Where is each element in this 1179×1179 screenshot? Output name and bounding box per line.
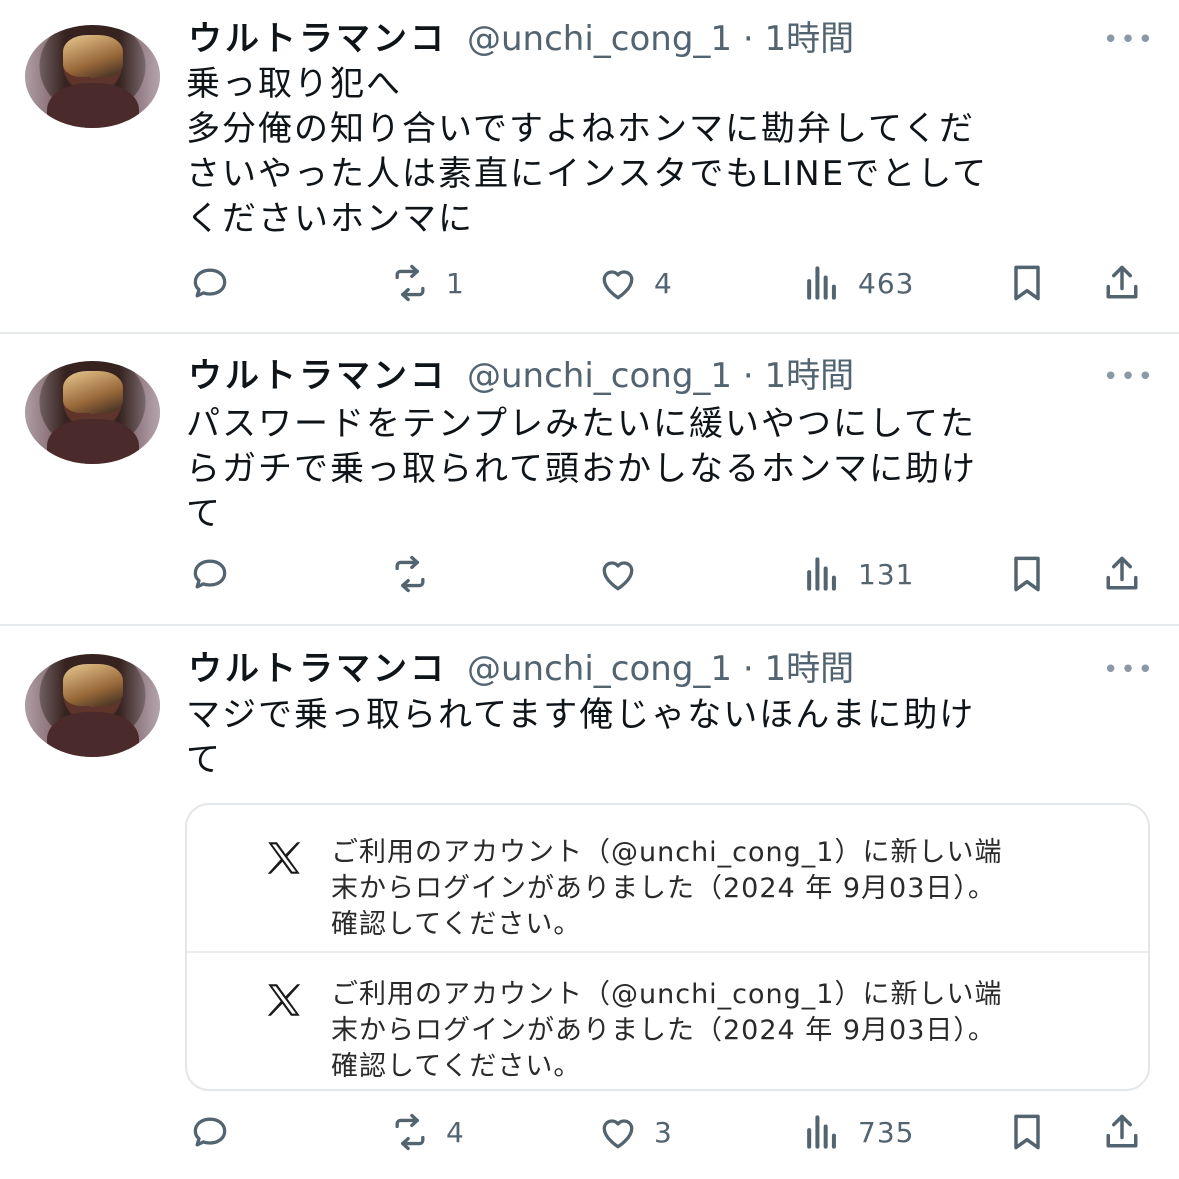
tweet-text-line: らガチで乗っ取られて頭おかしなるホンマに助け bbox=[186, 449, 977, 489]
notice-line: 末からログインがありました（2024 年 9月03日）。 bbox=[331, 873, 996, 904]
views-button[interactable]: 131 bbox=[800, 552, 914, 596]
reply-button[interactable] bbox=[188, 552, 232, 596]
views-icon bbox=[807, 266, 836, 300]
handle-and-time[interactable]: @unchi_cong_1 · 1時間 bbox=[467, 356, 854, 396]
views-button[interactable]: 463 bbox=[800, 261, 914, 305]
action-bar: 4 3 735 bbox=[0, 1110, 1179, 1154]
repost-icon bbox=[395, 1113, 425, 1151]
display-name[interactable]: ウルトラマンコ bbox=[188, 19, 447, 59]
like-button[interactable]: 4 bbox=[596, 261, 673, 305]
like-button[interactable] bbox=[596, 552, 654, 596]
tweet-text: 乗っ取り犯へ 多分俺の知り合いですよねホンマに勘弁してくだ さいやった人は素直に… bbox=[186, 62, 1136, 242]
share-button[interactable] bbox=[1100, 552, 1144, 596]
bookmark-button[interactable] bbox=[1005, 261, 1049, 305]
handle-and-time[interactable]: @unchi_cong_1 · 1時間 bbox=[467, 649, 854, 689]
x-logo-icon bbox=[267, 984, 301, 1016]
more-options-icon[interactable]: ••• bbox=[1103, 364, 1153, 390]
like-icon bbox=[602, 1119, 634, 1149]
tweet-text-line: て bbox=[186, 494, 222, 534]
tweet-text-line: て bbox=[186, 740, 222, 780]
tweet-header: ウルトラマンコ @unchi_cong_1 · 1時間 bbox=[188, 647, 854, 691]
action-bar: 1 4 463 bbox=[0, 261, 1179, 305]
tweet-text: マジで乗っ取られてます俺じゃないほんまに助け て bbox=[186, 693, 1136, 783]
notice-text: ご利用のアカウント（@unchi_cong_1）に新しい端 末からログインがあり… bbox=[331, 977, 1131, 1085]
share-icon bbox=[1106, 556, 1138, 590]
views-button[interactable]: 735 bbox=[800, 1110, 914, 1154]
avatar[interactable] bbox=[25, 25, 160, 128]
repost-icon bbox=[395, 264, 425, 302]
views-icon bbox=[807, 557, 836, 591]
tweet-1[interactable]: ウルトラマンコ @unchi_cong_1 · 1時間 ••• 乗っ取り犯へ 多分… bbox=[0, 0, 1179, 333]
tweet-text-line: 乗っ取り犯へ bbox=[186, 64, 402, 104]
display-name[interactable]: ウルトラマンコ bbox=[188, 649, 447, 689]
action-bar: 131 bbox=[0, 552, 1179, 596]
more-options-icon[interactable]: ••• bbox=[1103, 657, 1153, 683]
reply-icon bbox=[193, 268, 227, 298]
tweet-header: ウルトラマンコ @unchi_cong_1 · 1時間 bbox=[188, 354, 854, 398]
share-icon bbox=[1106, 265, 1138, 299]
share-icon bbox=[1106, 1114, 1138, 1148]
attached-image[interactable]: ご利用のアカウント（@unchi_cong_1）に新しい端 末からログインがあり… bbox=[185, 803, 1150, 1091]
tweet-text-line: 多分俺の知り合いですよねホンマに勘弁してくだ bbox=[186, 109, 975, 149]
like-count: 3 bbox=[654, 1115, 673, 1149]
tweet-text-line: マジで乗っ取られてます俺じゃないほんまに助け bbox=[186, 695, 976, 735]
repost-icon bbox=[395, 555, 425, 593]
bookmark-button[interactable] bbox=[1005, 1110, 1049, 1154]
login-notice: ご利用のアカウント（@unchi_cong_1）に新しい端 末からログインがあり… bbox=[187, 951, 1148, 1089]
x-logo-icon bbox=[267, 842, 301, 874]
display-name[interactable]: ウルトラマンコ bbox=[188, 356, 447, 396]
tweet-text: パスワードをテンプレみたいに緩いやつにしてた らガチで乗っ取られて頭おかしなるホ… bbox=[186, 402, 1136, 537]
bookmark-icon bbox=[1014, 1114, 1040, 1150]
notice-line: ご利用のアカウント（@unchi_cong_1）に新しい端 bbox=[331, 979, 1003, 1010]
bookmark-button[interactable] bbox=[1005, 552, 1049, 596]
repost-button[interactable]: 1 bbox=[388, 261, 465, 305]
views-count: 735 bbox=[858, 1115, 915, 1149]
notice-line: 末からログインがありました（2024 年 9月03日）。 bbox=[331, 1015, 996, 1046]
tweet-header: ウルトラマンコ @unchi_cong_1 · 1時間 bbox=[188, 17, 854, 61]
repost-count: 4 bbox=[446, 1115, 465, 1149]
like-icon bbox=[602, 561, 634, 591]
tweet-text-line: くださいホンマに bbox=[186, 199, 474, 239]
login-notice: ご利用のアカウント（@unchi_cong_1）に新しい端 末からログインがあり… bbox=[187, 809, 1148, 949]
tweet-text-line: さいやった人は素直にインスタでもLINEでとして bbox=[186, 154, 989, 194]
repost-button[interactable] bbox=[388, 552, 446, 596]
notice-text: ご利用のアカウント（@unchi_cong_1）に新しい端 末からログインがあり… bbox=[331, 835, 1131, 943]
handle-and-time[interactable]: @unchi_cong_1 · 1時間 bbox=[467, 19, 854, 59]
repost-button[interactable]: 4 bbox=[388, 1110, 465, 1154]
like-icon bbox=[602, 270, 634, 300]
like-count: 4 bbox=[654, 266, 673, 300]
bookmark-icon bbox=[1014, 265, 1040, 301]
share-button[interactable] bbox=[1100, 261, 1144, 305]
avatar[interactable] bbox=[25, 361, 160, 464]
bookmark-icon bbox=[1014, 556, 1040, 592]
views-count: 463 bbox=[858, 266, 915, 300]
reply-icon bbox=[193, 559, 227, 589]
notice-line: 確認してください。 bbox=[331, 1051, 582, 1082]
tweet-text-line: パスワードをテンプレみたいに緩いやつにしてた bbox=[186, 404, 976, 444]
repost-count: 1 bbox=[446, 266, 465, 300]
notice-line: ご利用のアカウント（@unchi_cong_1）に新しい端 bbox=[331, 837, 1003, 868]
reply-button[interactable] bbox=[188, 261, 232, 305]
notice-line: 確認してください。 bbox=[331, 909, 582, 940]
more-options-icon[interactable]: ••• bbox=[1103, 27, 1153, 53]
views-icon bbox=[807, 1115, 836, 1149]
like-button[interactable]: 3 bbox=[596, 1110, 673, 1154]
views-count: 131 bbox=[858, 557, 915, 591]
reply-icon bbox=[193, 1117, 227, 1147]
reply-button[interactable] bbox=[188, 1110, 232, 1154]
avatar[interactable] bbox=[25, 654, 160, 757]
share-button[interactable] bbox=[1100, 1110, 1144, 1154]
tweet-2[interactable]: ウルトラマンコ @unchi_cong_1 · 1時間 ••• パスワードをテンプ… bbox=[0, 334, 1179, 624]
